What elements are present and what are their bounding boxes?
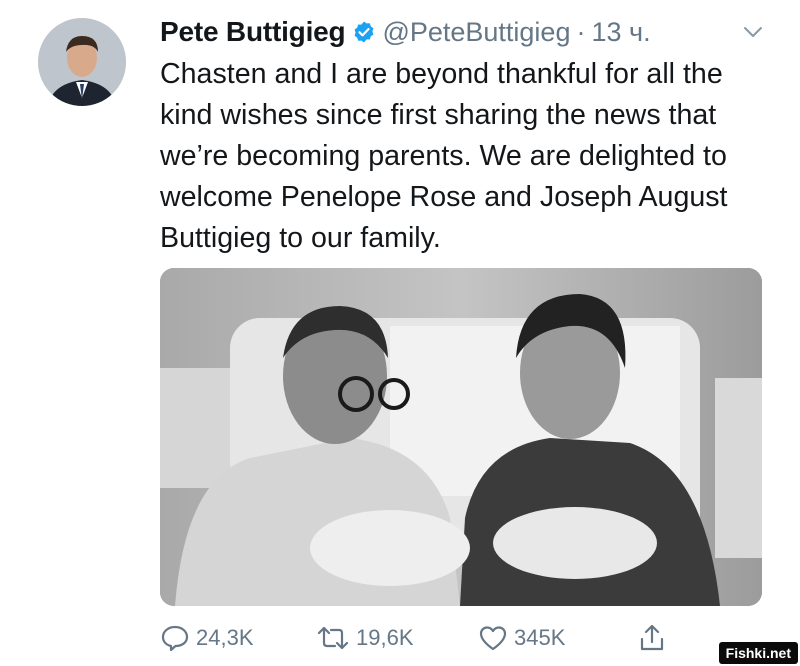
tweet-photo[interactable] (160, 268, 762, 606)
reply-count: 24,3K (196, 625, 254, 650)
reply-icon (161, 625, 189, 652)
handle[interactable]: @PeteButtigieg (382, 17, 570, 48)
retweet-button[interactable]: 19,6K (316, 624, 414, 652)
avatar[interactable] (38, 18, 126, 106)
timestamp[interactable]: 13 ч. (591, 17, 650, 48)
reply-button[interactable]: 24,3K (160, 624, 254, 652)
watermark: Fishki.net (718, 642, 798, 664)
retweet-count: 19,6K (356, 625, 414, 650)
display-name[interactable]: Pete Buttigieg (160, 16, 346, 48)
like-count: 345K (514, 625, 566, 650)
heart-icon (479, 626, 507, 651)
tweet-header: Pete Buttigieg @PeteButtigieg · 13 ч. (160, 10, 772, 54)
tweet-actions: 24,3K 19,6K 345K (160, 618, 770, 658)
photo-image (160, 268, 762, 606)
verified-badge-icon (352, 20, 376, 44)
retweet-icon (317, 626, 349, 650)
like-button[interactable]: 345K (478, 624, 565, 652)
tweet-text: Chasten and I are beyond thankful for al… (160, 58, 728, 254)
chevron-down-icon[interactable] (742, 22, 764, 42)
share-button[interactable] (638, 623, 672, 653)
separator-dot: · (576, 16, 586, 47)
share-icon (640, 624, 664, 651)
avatar-image (38, 18, 126, 106)
